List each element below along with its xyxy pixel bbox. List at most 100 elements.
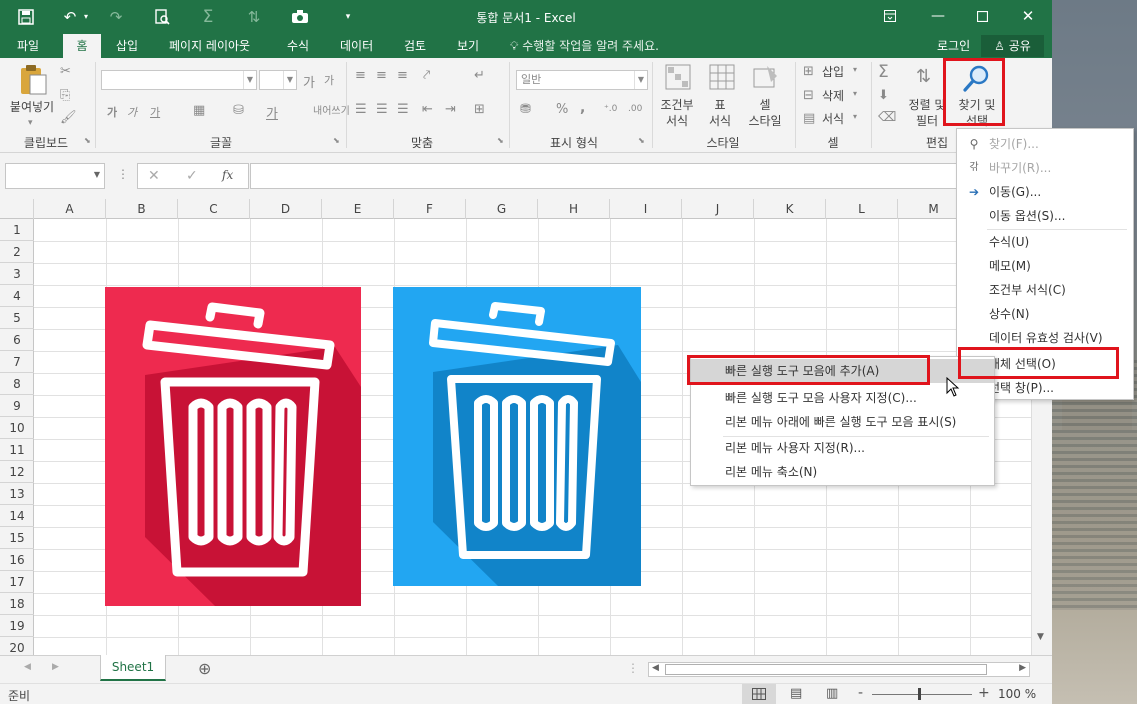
font-color-icon[interactable]: 가	[266, 103, 278, 122]
orientation-icon[interactable]: ⤤	[423, 68, 430, 83]
share-button[interactable]: ♙ 공유	[981, 35, 1044, 57]
horizontal-scrollbar[interactable]: ◀ ▶	[648, 662, 1030, 677]
column-header[interactable]: F	[394, 199, 466, 219]
menu-item-conditional[interactable]: 조건부 서식(C)	[957, 278, 1133, 302]
font-launcher-icon[interactable]: ⬊	[333, 136, 340, 145]
comma-icon[interactable]: ,	[580, 100, 585, 116]
bold-icon[interactable]: 가	[107, 104, 117, 120]
ribbon-display-icon[interactable]	[874, 4, 906, 28]
cell-styles-label[interactable]: 셀	[742, 98, 788, 112]
minimize-icon[interactable]: —	[922, 4, 954, 28]
cancel-icon[interactable]: ✕	[148, 168, 160, 184]
chevron-down-icon[interactable]: ▾	[853, 65, 857, 74]
decrease-decimal-icon[interactable]: .00	[628, 104, 642, 114]
column-header[interactable]: C	[178, 199, 250, 219]
row-header[interactable]: 17	[0, 571, 34, 593]
zoom-thumb[interactable]	[918, 688, 921, 700]
column-header[interactable]: D	[250, 199, 322, 219]
format-painter-icon[interactable]: 🖌︎	[60, 110, 77, 125]
format-cells-label[interactable]: 서식	[822, 112, 844, 126]
row-header[interactable]: 19	[0, 615, 34, 637]
column-header[interactable]: G	[466, 199, 538, 219]
menu-item-constants[interactable]: 상수(N)	[957, 302, 1133, 326]
menu-item-find[interactable]: ⚲ 찾기(F)...	[957, 132, 1133, 156]
row-header[interactable]: 9	[0, 395, 34, 417]
row-header[interactable]: 3	[0, 263, 34, 285]
row-header[interactable]: 10	[0, 417, 34, 439]
tab-review[interactable]: 검토	[397, 34, 433, 58]
prev-sheet-icon[interactable]: ◀	[24, 662, 31, 672]
name-box[interactable]: ▼	[5, 163, 105, 189]
close-icon[interactable]: ✕	[1012, 4, 1044, 28]
align-right-icon[interactable]: ☰	[397, 102, 409, 117]
scroll-right-icon[interactable]: ▶	[1019, 663, 1026, 673]
italic-icon[interactable]: 가	[127, 104, 137, 120]
tell-me-box[interactable]: 💡︎ 수행할 작업을 알려 주세요.	[510, 34, 659, 58]
scroll-left-icon[interactable]: ◀	[652, 663, 659, 673]
increase-font-icon[interactable]: 가	[303, 72, 315, 91]
format-cells-icon[interactable]: ▤	[803, 111, 815, 126]
font-name-combo[interactable]: ▼	[101, 70, 257, 90]
login-link[interactable]: 로그인	[937, 34, 970, 58]
enter-icon[interactable]: ✓	[186, 168, 198, 184]
row-header[interactable]: 13	[0, 483, 34, 505]
fill-color-icon[interactable]: ⛁	[233, 103, 244, 118]
cell-styles-icon[interactable]	[752, 64, 780, 92]
row-header[interactable]: 12	[0, 461, 34, 483]
decrease-indent-icon[interactable]: ⇤	[422, 102, 433, 117]
format-as-table-label[interactable]: 표	[700, 98, 740, 112]
maximize-icon[interactable]	[966, 4, 998, 28]
delete-cells-icon[interactable]: ⊟	[803, 88, 814, 103]
column-header[interactable]: H	[538, 199, 610, 219]
wrap-text-icon[interactable]: ↵	[474, 68, 485, 83]
row-header[interactable]: 4	[0, 285, 34, 307]
tab-file[interactable]: 파일	[10, 34, 46, 58]
decrease-font-icon[interactable]: 가	[324, 72, 334, 88]
phonetic-icon[interactable]: 내어쓰기	[313, 102, 350, 117]
zoom-out-button[interactable]: -	[858, 685, 863, 701]
increase-indent-icon[interactable]: ⇥	[445, 102, 456, 117]
tab-home[interactable]: 홈	[63, 34, 101, 58]
chevron-down-icon[interactable]: ▾	[853, 112, 857, 121]
next-sheet-icon[interactable]: ▶	[52, 662, 59, 672]
conditional-format-icon[interactable]	[664, 64, 692, 92]
sort-filter-icon[interactable]: ⇅	[916, 66, 931, 87]
delete-cells-label[interactable]: 삭제	[822, 89, 844, 103]
tab-data[interactable]: 데이터	[333, 34, 380, 58]
copy-icon[interactable]: ⎘	[60, 88, 70, 103]
cut-icon[interactable]: ✂	[60, 64, 71, 79]
tab-insert[interactable]: 삽입	[109, 34, 145, 58]
row-header[interactable]: 7	[0, 351, 34, 373]
cell-styles-label-2[interactable]: 스타일	[742, 114, 788, 128]
formula-input[interactable]	[250, 163, 1050, 189]
add-sheet-icon[interactable]: ⊕	[198, 659, 211, 678]
row-header[interactable]: 8	[0, 373, 34, 395]
align-middle-icon[interactable]: ≡	[376, 68, 387, 83]
row-header[interactable]: 14	[0, 505, 34, 527]
row-header[interactable]: 20	[0, 637, 34, 655]
paste-label[interactable]: 붙여넣기	[4, 100, 60, 114]
scroll-down-icon[interactable]: ▼	[1037, 632, 1044, 642]
column-header[interactable]: A	[34, 199, 106, 219]
context-item-show-qat-below[interactable]: 리본 메뉴 아래에 빠른 실행 도구 모음 표시(S)	[691, 410, 994, 434]
insert-cells-label[interactable]: 삽입	[822, 65, 844, 79]
row-header[interactable]: 6	[0, 329, 34, 351]
tab-view[interactable]: 보기	[450, 34, 486, 58]
align-center-icon[interactable]: ☰	[376, 102, 388, 117]
scroll-thumb[interactable]	[665, 664, 987, 675]
paste-dropdown-icon[interactable]: ▾	[28, 118, 33, 128]
tab-formulas[interactable]: 수식	[280, 34, 316, 58]
fill-icon[interactable]: ⬇	[878, 88, 889, 103]
page-break-icon[interactable]: ▥	[826, 686, 838, 701]
context-item-collapse-ribbon[interactable]: 리본 메뉴 축소(N)	[691, 460, 994, 484]
row-header[interactable]: 16	[0, 549, 34, 571]
align-left-icon[interactable]: ☰	[355, 102, 367, 117]
clear-icon[interactable]: ⌫	[878, 110, 896, 125]
select-all-corner[interactable]	[0, 199, 34, 219]
menu-item-goto[interactable]: ➔ 이동(G)...	[957, 180, 1133, 204]
normal-view-icon[interactable]	[742, 684, 776, 704]
page-layout-icon[interactable]: ▤	[790, 686, 802, 701]
percent-icon[interactable]: %	[556, 102, 568, 117]
increase-decimal-icon[interactable]: ⁺.0	[604, 104, 617, 114]
column-header[interactable]: B	[106, 199, 178, 219]
